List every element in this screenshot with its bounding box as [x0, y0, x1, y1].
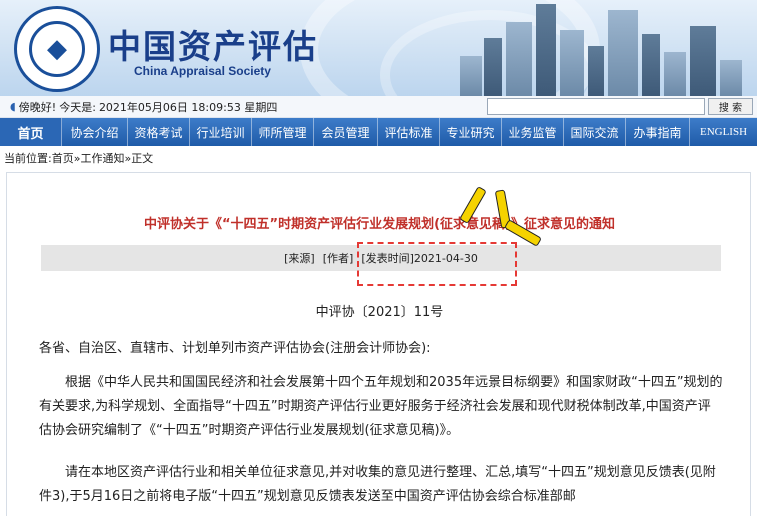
logo-emblem-icon: ◆	[29, 21, 85, 77]
org-name-cn: 中国资产评估	[108, 27, 318, 66]
nav-item-home[interactable]: 首页	[0, 118, 62, 146]
site-banner: ◆ 中国资产评估 China Appraisal Society	[0, 0, 757, 96]
breadcrumb-home-link[interactable]: 首页	[52, 150, 74, 166]
greeting-text: 傍晚好!	[18, 100, 57, 114]
nav-item-firm-management[interactable]: 师所管理	[252, 118, 314, 146]
greeting-icon: ◖	[10, 100, 16, 113]
city-skyline-image	[450, 0, 750, 96]
breadcrumb: 当前位置: 首页 » 工作通知 » 正文	[4, 150, 153, 166]
nav-item-training[interactable]: 行业培训	[190, 118, 252, 146]
current-datetime: 2021年05月06日 18:09:53 星期四	[98, 100, 278, 114]
search-input[interactable]	[487, 98, 705, 115]
org-logo[interactable]: ◆	[14, 6, 100, 92]
breadcrumb-separator-2: »	[124, 151, 132, 165]
nav-item-standards[interactable]: 评估标准	[378, 118, 440, 146]
publish-date-highlight-box	[357, 242, 517, 286]
nav-item-about[interactable]: 协会介绍	[62, 118, 128, 146]
main-nav: 首页 协会介绍 资格考试 行业培训 师所管理 会员管理 评估标准 专业研究 业务…	[0, 118, 757, 146]
search-button[interactable]: 搜 索	[708, 98, 753, 115]
breadcrumb-section-link[interactable]: 工作通知	[80, 150, 124, 166]
article-paragraph-2: 根据《中华人民共和国国民经济和社会发展第十四个五年规划和2035年远景目标纲要》…	[39, 375, 723, 438]
meta-author: [作者]	[322, 252, 354, 265]
nav-item-guide[interactable]: 办事指南	[626, 118, 690, 146]
breadcrumb-prefix: 当前位置:	[4, 152, 52, 165]
nav-item-research[interactable]: 专业研究	[440, 118, 502, 146]
nav-item-supervision[interactable]: 业务监管	[502, 118, 564, 146]
breadcrumb-current: 正文	[131, 152, 154, 165]
nav-item-international[interactable]: 国际交流	[564, 118, 626, 146]
nav-item-exam[interactable]: 资格考试	[128, 118, 190, 146]
article-title: 中评协关于《“十四五”时期资产评估行业发展规划(征求意见稿)》征求意见的通知	[144, 217, 615, 232]
org-name-en: China Appraisal Society	[134, 64, 271, 78]
today-label: 今天是:	[59, 100, 96, 114]
breadcrumb-separator: »	[73, 151, 81, 165]
document-number: 中评协〔2021〕11号	[315, 305, 444, 320]
meta-source: [来源]	[284, 252, 315, 265]
article-paragraph-3: 请在本地区资产评估行业和相关单位征求意见,并对收集的意见进行整理、汇总,填写“十…	[39, 465, 716, 504]
article-panel: 中评协关于《“十四五”时期资产评估行业发展规划(征求意见稿)》征求意见的通知 […	[6, 172, 751, 516]
nav-item-english[interactable]: ENGLISH	[690, 118, 757, 146]
info-bar: ◖ 傍晚好! 今天是: 2021年05月06日 18:09:53 星期四 搜 索	[0, 96, 757, 118]
article-paragraph-1: 各省、自治区、直辖市、计划单列市资产评估协会(注册会计师协会):	[39, 341, 431, 356]
nav-item-member-management[interactable]: 会员管理	[314, 118, 378, 146]
